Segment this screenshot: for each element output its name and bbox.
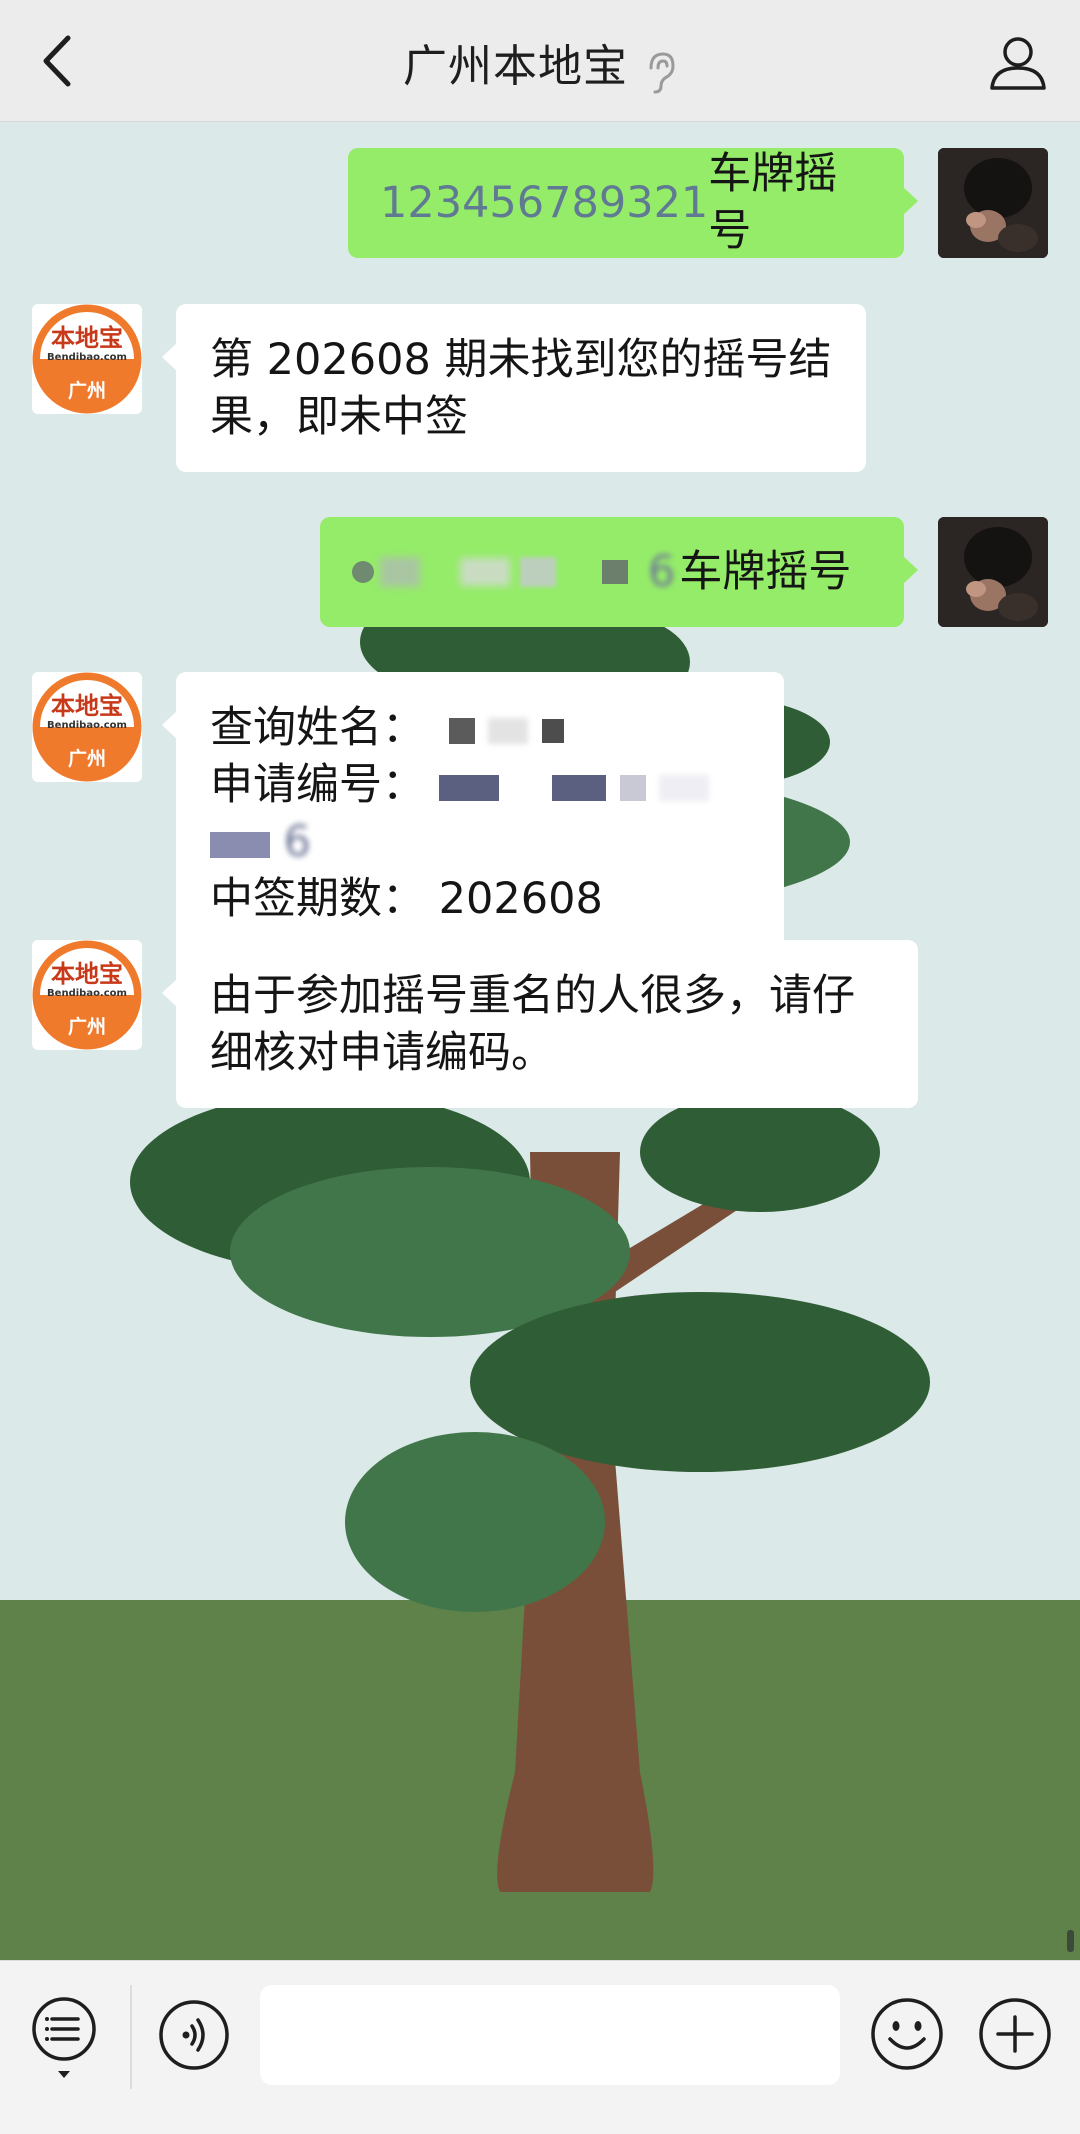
plate-number-link[interactable]: 123456789321 bbox=[380, 175, 708, 232]
incoming-message[interactable]: 第 202608 期未找到您的摇号结 果，即未中签 bbox=[162, 304, 866, 472]
logo-brand: 本地宝 bbox=[51, 692, 123, 720]
redaction-block bbox=[512, 774, 539, 801]
redaction-block bbox=[448, 717, 475, 744]
redaction-block bbox=[460, 558, 510, 586]
redaction-block bbox=[438, 774, 499, 801]
logo-brand: 本地宝 bbox=[51, 960, 123, 988]
user-avatar-photo bbox=[938, 517, 1048, 627]
bot-avatar[interactable]: 本地宝 Bendibao.com 广州 bbox=[32, 940, 142, 1050]
voice-icon[interactable] bbox=[158, 1999, 230, 2071]
bot-avatar[interactable]: 本地宝 Bendibao.com 广州 bbox=[32, 672, 142, 782]
redaction-block bbox=[552, 774, 607, 801]
message-line: 由于参加摇号重名的人很多，请仔 bbox=[210, 971, 855, 1021]
user-avatar[interactable] bbox=[938, 148, 1048, 258]
redaction-block bbox=[602, 560, 628, 584]
emoji-icon[interactable] bbox=[870, 1997, 944, 2071]
blurred-plate-number: 6 bbox=[352, 544, 675, 601]
redaction-block bbox=[352, 561, 374, 583]
message-line: 第 202608 期未找到您的摇号结 bbox=[210, 335, 832, 385]
period-label: 中签期数： bbox=[210, 874, 425, 924]
name-row: 查询姓名： bbox=[210, 700, 750, 757]
ear-icon bbox=[649, 51, 675, 93]
user-avatar-photo bbox=[938, 148, 1048, 258]
user-avatar[interactable] bbox=[938, 517, 1048, 627]
plus-icon[interactable] bbox=[978, 1997, 1052, 2071]
code-tail: 6 bbox=[283, 817, 312, 867]
incoming-message[interactable]: 由于参加摇号重名的人很多，请仔 细核对申请编码。 bbox=[162, 940, 918, 1108]
logo-site: Bendibao.com bbox=[47, 988, 127, 999]
message-line: 细核对申请编码。 bbox=[210, 1028, 554, 1078]
period-value: 202608 bbox=[438, 874, 603, 924]
period-row: 中签期数： 202608 bbox=[210, 871, 750, 928]
message-text: 车牌摇号 bbox=[708, 149, 838, 256]
redaction-block bbox=[520, 557, 556, 587]
input-bar bbox=[0, 1960, 1080, 2134]
message-input[interactable] bbox=[260, 1985, 840, 2085]
user-profile-icon[interactable] bbox=[986, 30, 1050, 94]
redaction-block bbox=[380, 557, 420, 587]
blurred-digit: 6 bbox=[648, 546, 676, 597]
chat-header: 广州本地宝 bbox=[0, 0, 1080, 122]
outgoing-message[interactable]: 123456789321 车牌摇号 bbox=[348, 148, 918, 258]
menu-list-icon[interactable] bbox=[30, 1995, 98, 2081]
logo-site: Bendibao.com bbox=[47, 352, 127, 363]
outgoing-message[interactable]: 6 车牌摇号 bbox=[320, 517, 918, 627]
redaction-block bbox=[210, 831, 270, 858]
divider bbox=[130, 1985, 132, 2089]
name-label: 查询姓名： bbox=[210, 703, 425, 753]
bot-avatar[interactable]: 本地宝 Bendibao.com 广州 bbox=[32, 304, 142, 414]
scroll-indicator bbox=[1067, 1930, 1074, 1952]
incoming-message[interactable]: 查询姓名： 申请编号： 6 中签期数： 202608 bbox=[162, 672, 784, 956]
redaction-block bbox=[542, 718, 565, 743]
code-label: 申请编号： bbox=[210, 760, 425, 810]
code-row: 申请编号： 6 bbox=[210, 757, 750, 871]
logo-site: Bendibao.com bbox=[47, 720, 127, 731]
redaction-block bbox=[659, 774, 710, 801]
chat-title: 广州本地宝 bbox=[402, 41, 628, 92]
redaction-block bbox=[619, 774, 646, 801]
redaction-block bbox=[488, 717, 529, 744]
message-text: 车牌摇号 bbox=[679, 546, 852, 597]
logo-city: 广州 bbox=[67, 748, 106, 770]
logo-brand: 本地宝 bbox=[51, 324, 123, 352]
message-line: 果，即未中签 bbox=[210, 392, 468, 442]
logo-city: 广州 bbox=[67, 380, 106, 402]
logo-city: 广州 bbox=[67, 1016, 106, 1038]
